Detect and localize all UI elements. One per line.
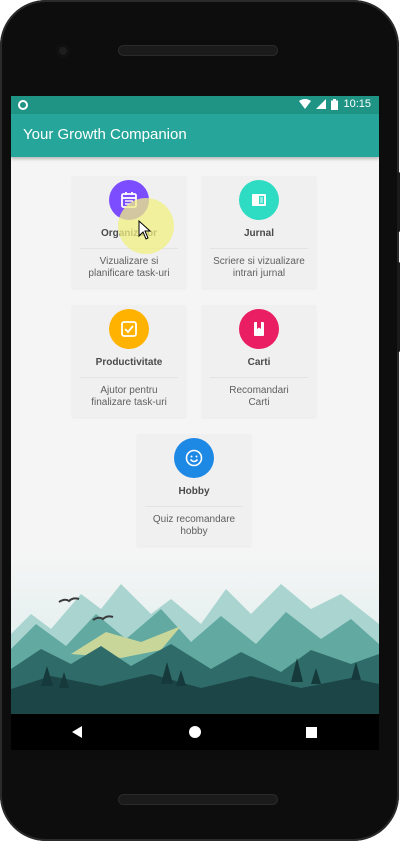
card-divider — [80, 377, 178, 378]
bookmark-book-icon — [239, 309, 279, 349]
signal-icon — [316, 99, 327, 109]
app-title: Your Growth Companion — [23, 126, 187, 143]
carti-card[interactable]: Carti Recomandari Carti — [202, 305, 316, 417]
check-square-icon — [109, 309, 149, 349]
card-description: Vizualizare si planificare task-uri — [88, 256, 170, 279]
front-camera — [56, 44, 70, 58]
recents-square-icon — [305, 726, 317, 738]
card-description: Scriere si vizualizare intrari jurnal — [213, 256, 305, 279]
card-divider — [210, 248, 308, 249]
journal-icon — [239, 180, 279, 220]
card-title: Jurnal — [243, 228, 274, 239]
home-circle-icon — [189, 726, 201, 738]
back-button[interactable] — [57, 714, 97, 750]
app-bar: Your Growth Companion — [11, 114, 379, 157]
hobby-card[interactable]: Hobby Quiz recomandare hobby — [137, 434, 251, 546]
top-speaker — [118, 45, 278, 56]
notification-dot-icon — [18, 100, 28, 110]
status-bar: 10:15 — [11, 96, 379, 114]
status-time: 10:15 — [343, 98, 371, 110]
card-description: Recomandari Carti — [229, 385, 289, 408]
jurnal-card[interactable]: Jurnal Scriere si vizualizare intrari ju… — [202, 176, 316, 288]
app-screen: 10:15 Your Growth Companion Organizator … — [11, 96, 379, 714]
volume-button — [397, 262, 400, 352]
card-title: Carti — [247, 357, 271, 368]
productivitate-card[interactable]: Productivitate Ajutor pentru finalizare … — [72, 305, 186, 417]
wifi-icon — [299, 99, 312, 109]
back-triangle-icon — [72, 726, 82, 738]
card-divider — [145, 506, 243, 507]
home-button[interactable] — [175, 714, 215, 750]
smiley-icon — [174, 438, 214, 478]
power-button — [397, 172, 400, 232]
phone-frame: 10:15 Your Growth Companion Organizator … — [0, 0, 400, 841]
card-description: Quiz recomandare hobby — [152, 514, 236, 537]
card-title: Hobby — [178, 486, 210, 497]
mountain-landscape-illustration — [11, 554, 379, 714]
card-divider — [210, 377, 308, 378]
battery-icon — [331, 98, 339, 110]
recents-button[interactable] — [291, 714, 331, 750]
navigation-bar — [11, 714, 379, 750]
mouse-pointer-icon — [138, 220, 152, 240]
status-icons: 10:15 — [299, 98, 371, 110]
bottom-speaker — [118, 794, 278, 805]
card-description: Ajutor pentru finalizare task-uri — [91, 385, 167, 408]
card-title: Productivitate — [95, 357, 163, 368]
